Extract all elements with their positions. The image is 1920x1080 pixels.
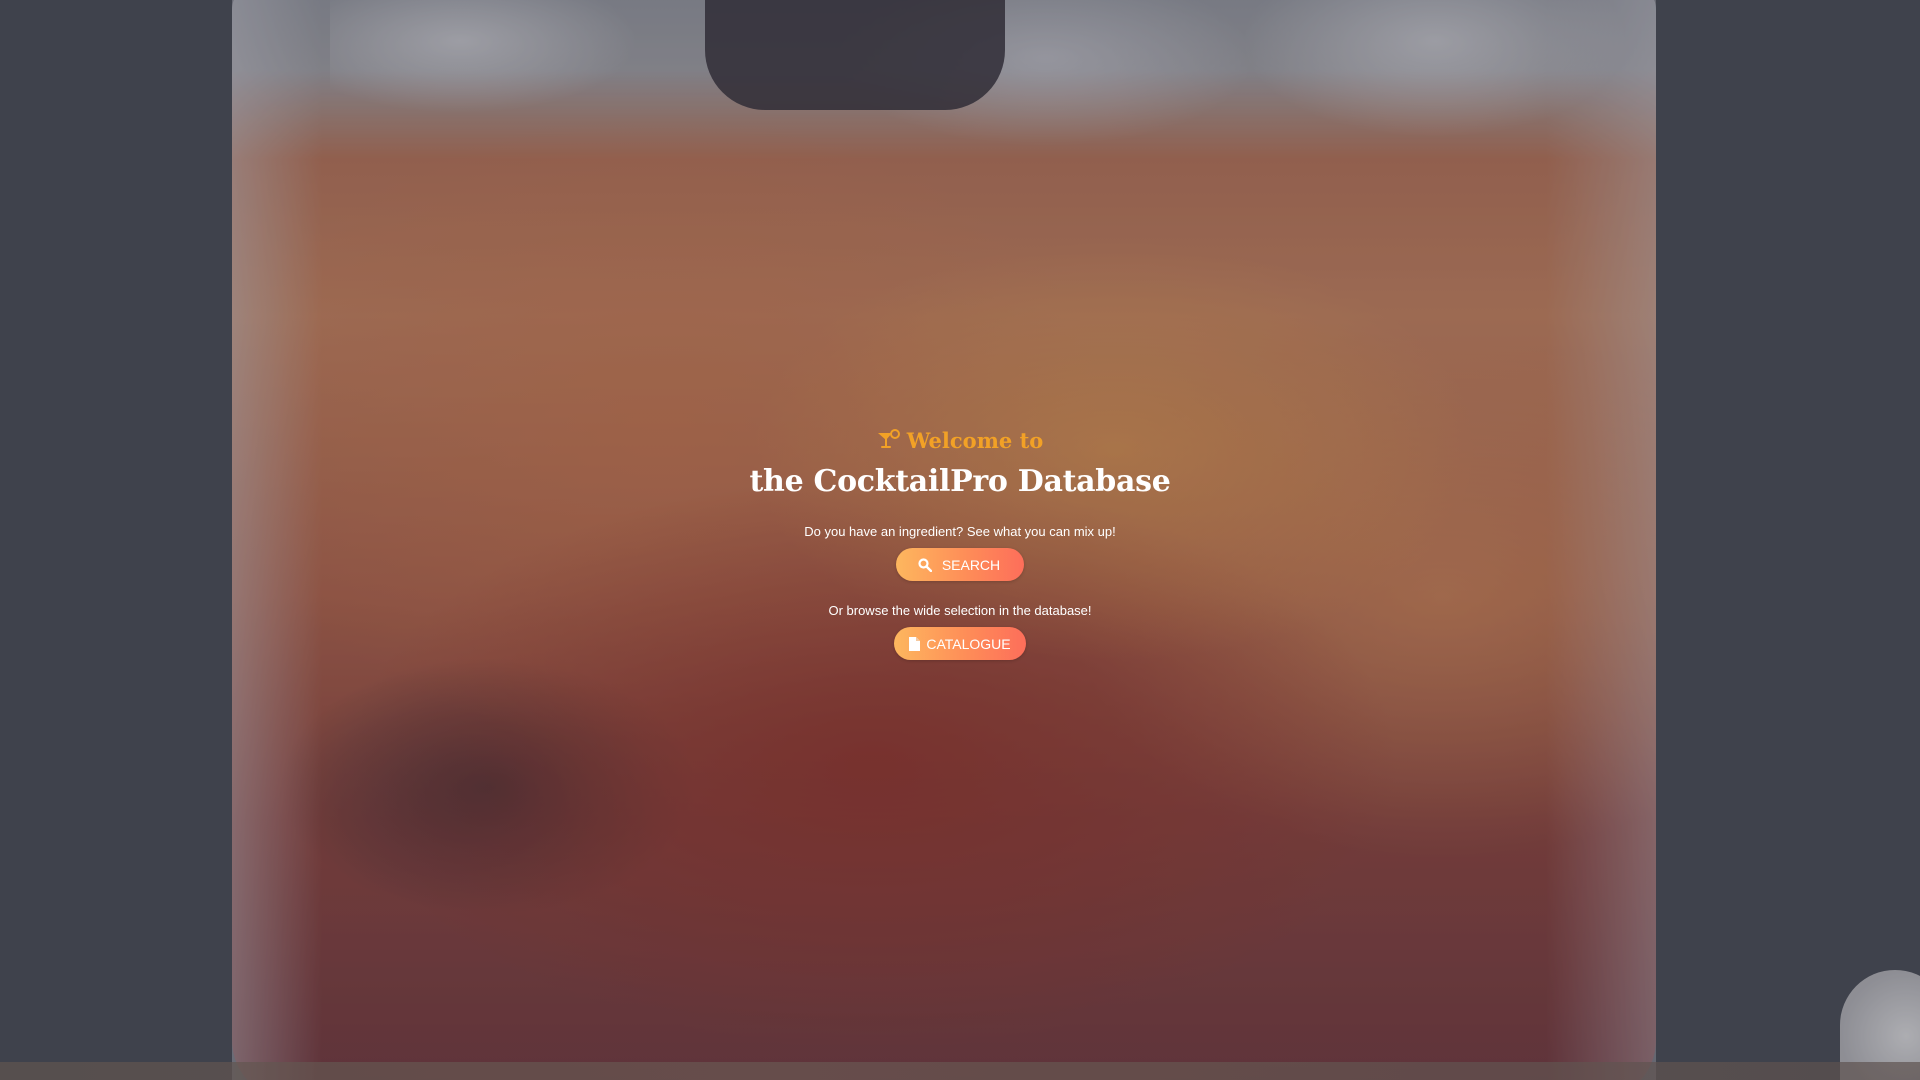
search-prompt: Do you have an ingredient? See what you … [804, 524, 1116, 539]
file-icon [909, 636, 921, 651]
search-button[interactable]: SEARCH [896, 548, 1024, 581]
hero-section: Welcome to the CocktailPro Database Do y… [0, 426, 1920, 660]
cocktail-icon [877, 429, 901, 451]
search-icon [918, 557, 932, 572]
page: Welcome to the CocktailPro Database Do y… [0, 0, 1920, 1080]
search-button-label: SEARCH [941, 556, 1001, 573]
catalogue-button[interactable]: CATALOGUE [894, 627, 1026, 660]
page-title: the CocktailPro Database [749, 464, 1171, 499]
browse-prompt: Or browse the wide selection in the data… [828, 603, 1092, 618]
catalogue-button-label: CATALOGUE [926, 635, 1011, 652]
welcome-heading: Welcome to [877, 426, 1044, 454]
welcome-text: Welcome to [906, 427, 1044, 453]
